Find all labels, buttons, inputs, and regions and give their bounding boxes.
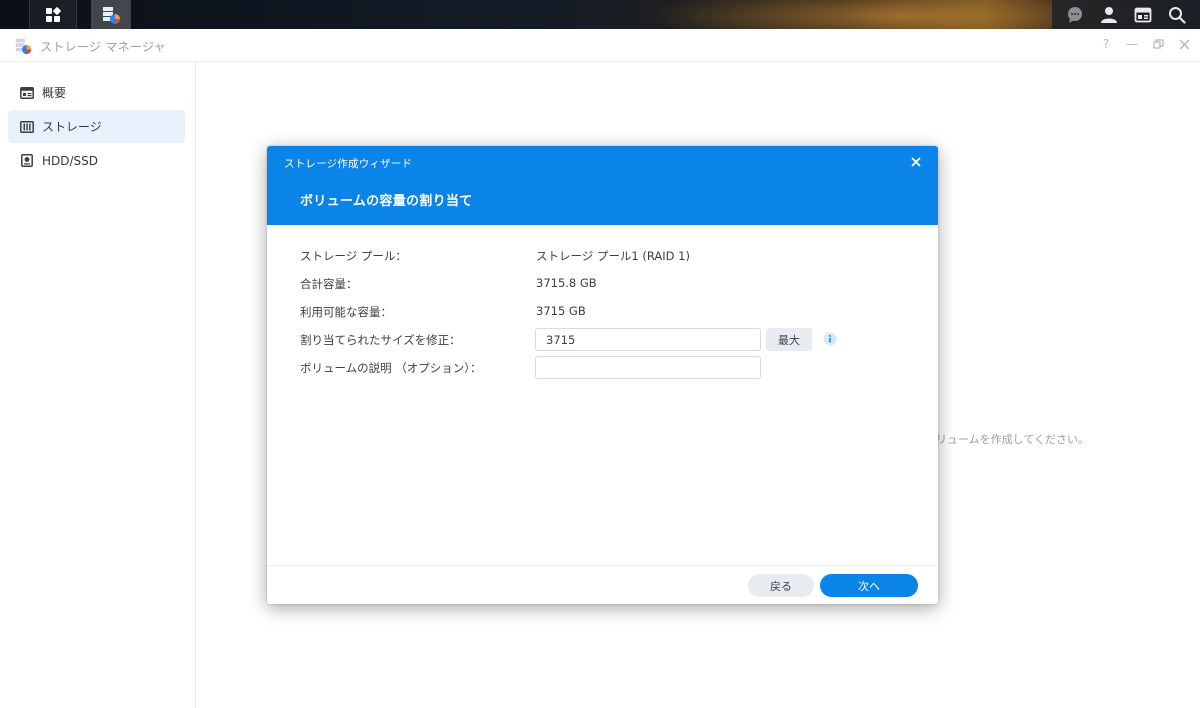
allocated-size-input[interactable] [535, 328, 761, 351]
widgets-icon[interactable] [1129, 0, 1157, 29]
close-icon [1179, 39, 1189, 49]
available-capacity-label: 利用可能な容量： [300, 305, 392, 319]
storage-pool-label: ストレージ プール： [300, 249, 407, 263]
storage-manager-icon [103, 6, 120, 24]
sidebar-item-label: HDD/SSD [42, 153, 99, 168]
window-header: ストレージ マネージャ ? — [0, 29, 1200, 62]
allocated-size-label: 割り当てられたサイズを修正： [300, 333, 461, 347]
user-icon[interactable] [1095, 0, 1123, 29]
restore-button[interactable] [1152, 37, 1164, 51]
search-icon[interactable] [1163, 0, 1191, 29]
sidebar-item-storage[interactable]: ストレージ [8, 110, 185, 143]
sidebar-item-label: 概要 [42, 86, 67, 100]
chat-icon[interactable] [1061, 0, 1089, 29]
disk-icon [20, 154, 34, 168]
grid-icon [46, 6, 61, 22]
storage-icon [20, 120, 34, 134]
next-button[interactable]: 次へ [820, 574, 918, 597]
storage-creation-wizard-dialog: ストレージ作成ウィザード ボリュームの容量の割り当て ストレージ プール： スト… [267, 146, 938, 604]
volume-description-input[interactable] [535, 356, 761, 379]
sidebar-item-hdd-ssd[interactable]: HDD/SSD [8, 144, 185, 177]
restore-icon [1152, 38, 1164, 49]
back-button[interactable]: 戻る [748, 574, 814, 597]
sidebar-item-overview[interactable]: 概要 [8, 76, 185, 109]
sidebar-item-label: ストレージ [42, 120, 102, 134]
dialog-close-button[interactable] [909, 155, 923, 169]
max-size-button[interactable]: 最大 [766, 328, 812, 351]
taskbar-tray [1052, 0, 1200, 29]
overview-icon [20, 86, 34, 100]
main-menu-button[interactable] [29, 0, 77, 29]
info-icon[interactable] [823, 332, 837, 346]
description-label: ボリュームの説明 （オプション）： [300, 361, 482, 375]
step-title: ボリュームの容量の割り当て [300, 194, 473, 209]
window-title: ストレージ マネージャ [40, 40, 167, 54]
empty-state-hint: リュームを作成してください。 [936, 433, 1090, 446]
sidebar: 概要 ストレージ HDD/SSD [0, 62, 196, 708]
wizard-title: ストレージ作成ウィザード [284, 158, 413, 170]
available-capacity-value: 3715 GB [536, 304, 586, 318]
window-controls: ? — [1100, 37, 1190, 51]
storage-manager-app-icon [15, 38, 32, 55]
close-window-button[interactable] [1178, 37, 1190, 51]
total-capacity-label: 合計容量： [300, 277, 358, 291]
dialog-footer: 戻る 次へ [267, 565, 938, 604]
minimize-button[interactable]: — [1126, 37, 1138, 51]
close-icon [911, 157, 921, 167]
storage-manager-taskbar-button[interactable] [91, 0, 131, 29]
total-capacity-value: 3715.8 GB [536, 276, 597, 290]
system-taskbar [0, 0, 1200, 29]
help-button[interactable]: ? [1100, 37, 1112, 51]
storage-pool-value: ストレージ プール1 (RAID 1) [536, 249, 690, 263]
dialog-header: ストレージ作成ウィザード ボリュームの容量の割り当て [267, 146, 938, 225]
